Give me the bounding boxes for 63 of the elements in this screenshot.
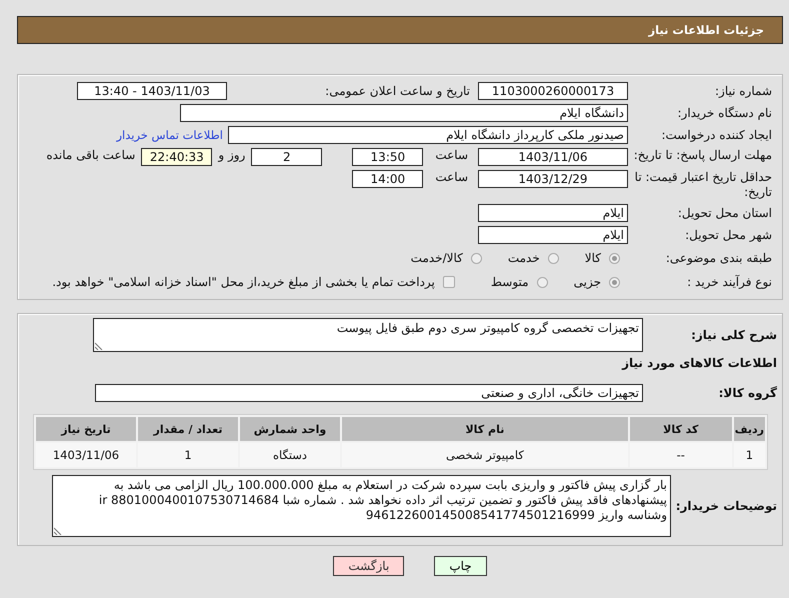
column-header: تاریخ نیاز xyxy=(36,417,136,441)
radio-button[interactable] xyxy=(548,252,559,264)
column-header: کد کالا xyxy=(630,417,732,441)
page-title: جزئیات اطلاعات نیاز xyxy=(648,23,764,37)
buyer-org-field[interactable]: دانشگاه ایلام xyxy=(180,104,628,122)
payment-note: پرداخت تمام یا بخشی از مبلغ خرید،از محل "اسناد خزانه اسلامی" خواهد بود. xyxy=(52,275,435,289)
field-label: حداقل تاریخ اعتبار قیمت: تا تاریخ: xyxy=(634,170,773,200)
field-label: ساعت باقی مانده xyxy=(46,148,136,162)
section-heading: اطلاعات کالاهای مورد نیاز xyxy=(620,356,777,370)
radio-label: متوسط xyxy=(490,275,529,289)
checkbox[interactable] xyxy=(442,276,455,288)
field-label: شرح کلی نیاز: xyxy=(690,328,777,342)
validity-date-field[interactable]: 1403/12/29 xyxy=(478,170,628,188)
field-label: ساعت xyxy=(435,170,468,184)
field-label: شماره نیاز: xyxy=(714,83,773,100)
city-field[interactable]: ایلام xyxy=(478,226,628,244)
field-label: گروه کالا: xyxy=(718,386,777,400)
validity-time-field[interactable]: 14:00 xyxy=(352,170,424,188)
requester-field[interactable]: صیدنور ملکی کارپرداز دانشگاه ایلام xyxy=(228,126,628,144)
contact-info-link[interactable]: اطلاعات تماس خریدار xyxy=(116,128,223,142)
field-label: نوع فرآیند خرید : xyxy=(686,274,773,291)
resize-grip-icon[interactable] xyxy=(54,527,62,535)
province-field[interactable]: ایلام xyxy=(478,204,628,222)
field-label: توضیحات خریدار: xyxy=(674,499,777,513)
radio-button[interactable] xyxy=(536,276,548,288)
table-cell: 1403/11/06 xyxy=(36,443,136,467)
table-cell: کامپیوتر شخصی xyxy=(342,443,628,467)
field-label: تاریخ و ساعت اعلان عمومی: xyxy=(324,84,470,98)
back-button[interactable]: بازگشت xyxy=(333,556,404,576)
column-header: واحد شمارش xyxy=(240,417,340,441)
remaining-time-field[interactable]: 22:40:33 xyxy=(141,148,212,166)
announcement-date-field[interactable]: 1403/11/03 - 13:40 xyxy=(77,82,227,100)
field-label: شهر محل تحویل: xyxy=(684,227,773,244)
need-number-field[interactable]: 1103000260000173 xyxy=(478,82,628,100)
radio-label: کالا xyxy=(584,251,601,265)
field-label: ساعت xyxy=(435,148,468,162)
radio-button[interactable] xyxy=(609,252,620,264)
field-label: طبقه بندی موضوعی: xyxy=(664,250,773,267)
radio-label: کالا/خدمت xyxy=(410,251,463,265)
radio-label: جزیی xyxy=(574,275,601,289)
reply-time-field[interactable]: 13:50 xyxy=(352,148,424,166)
radio-button[interactable] xyxy=(470,252,482,264)
table-cell: -- xyxy=(630,443,732,467)
field-label: نام دستگاه خریدار: xyxy=(676,105,773,122)
resize-grip-icon[interactable] xyxy=(95,342,103,350)
radio-label: خدمت xyxy=(508,251,540,265)
table-cell: 1 xyxy=(138,443,238,467)
goods-group-field[interactable]: تجهیزات خانگی، اداری و صنعتی xyxy=(95,384,643,402)
field-label: روز و xyxy=(218,148,246,162)
field-label: ایجاد کننده درخواست: xyxy=(660,127,773,144)
field-label: استان محل تحویل: xyxy=(676,205,773,222)
column-header: ردیف xyxy=(734,417,765,441)
column-header: نام کالا xyxy=(342,417,628,441)
reply-date-field[interactable]: 1403/11/06 xyxy=(478,148,628,166)
days-field[interactable]: 2 xyxy=(251,148,322,166)
radio-button[interactable] xyxy=(609,276,620,288)
column-header: تعداد / مقدار xyxy=(138,417,238,441)
table-cell: 1 xyxy=(734,443,765,467)
description-field[interactable]: تجهیزات تخصصی گروه کامپیوتر سری دوم طبق فایل پیوست xyxy=(93,318,643,352)
table-cell: دستگاه xyxy=(240,443,340,467)
field-label: مهلت ارسال پاسخ: تا تاریخ: xyxy=(632,148,773,164)
buyer-notes-field[interactable]: بار گزاری پیش فاکتور و واریزی بابت سپرده شرکت در استعلام به مبلغ 100.000.000 ریال الزامی می باشد به پیشنهادهای فاقد پیش فاکتور و تضمین ترتیب اثر داده نخواهد شد . شماره شبا ir 8801000400107530714684 وشناسه واریز 946122600145008541774501216999 xyxy=(52,475,671,537)
print-button[interactable]: چاپ xyxy=(434,556,487,576)
